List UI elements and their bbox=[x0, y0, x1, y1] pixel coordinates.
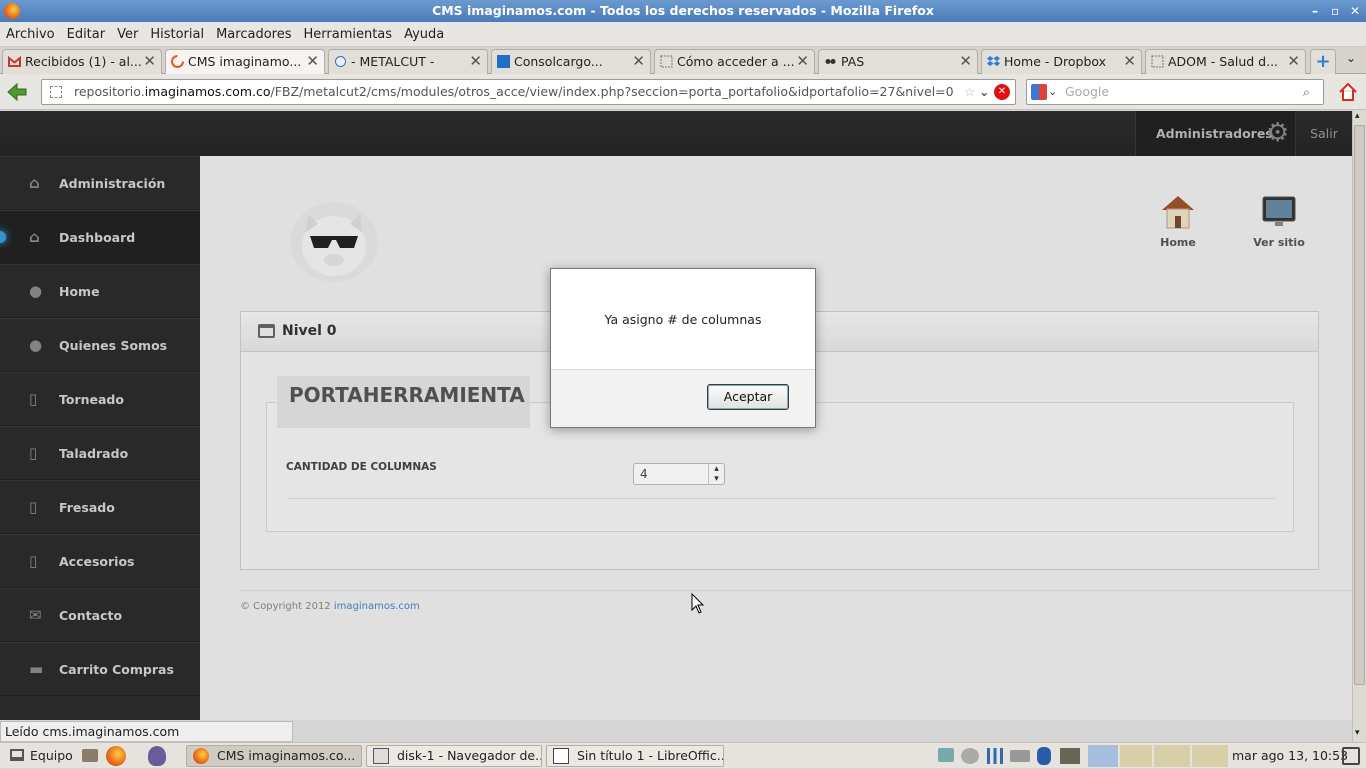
consolcargo-icon bbox=[497, 55, 510, 68]
menu-archivo[interactable]: Archivo bbox=[0, 22, 61, 47]
taskbar: Equipo CMS imaginamos.co... disk-1 - Nav… bbox=[0, 742, 1366, 768]
close-tab-icon[interactable]: ✕ bbox=[469, 50, 482, 73]
menu-marcadores[interactable]: Marcadores bbox=[210, 22, 297, 47]
document-icon bbox=[553, 748, 569, 764]
status-bar: Leído cms.imaginamos.com bbox=[0, 721, 293, 742]
close-tab-icon[interactable]: ✕ bbox=[959, 50, 972, 73]
close-tab-icon[interactable]: ✕ bbox=[632, 50, 645, 73]
tab-label: Home - Dropbox bbox=[1004, 54, 1107, 69]
close-tab-icon[interactable]: ✕ bbox=[796, 50, 809, 73]
loading-icon bbox=[171, 55, 184, 68]
pidgin-icon[interactable] bbox=[148, 746, 166, 766]
tab-dropbox[interactable]: Home - Dropbox ✕ bbox=[981, 49, 1142, 74]
stop-icon[interactable]: ✕ bbox=[994, 84, 1010, 100]
menu-historial[interactable]: Historial bbox=[144, 22, 210, 47]
firefox-launcher-icon[interactable] bbox=[106, 746, 126, 766]
url-bar[interactable]: repositorio.imaginamos.com.co/FBZ/metalc… bbox=[41, 79, 1016, 105]
workspace-2[interactable] bbox=[1120, 745, 1152, 767]
window-title: CMS imaginamos.com - Todos los derechos … bbox=[432, 3, 934, 18]
drive-icon[interactable] bbox=[1010, 750, 1030, 762]
gmail-icon bbox=[8, 55, 21, 67]
clock[interactable]: mar ago 13, 10:53 bbox=[1232, 743, 1348, 769]
workspace-4[interactable] bbox=[1192, 745, 1228, 767]
bookmark-star-icon[interactable]: ☆ bbox=[960, 80, 976, 104]
workspace-3[interactable] bbox=[1154, 745, 1190, 767]
maximize-icon[interactable]: ▫ bbox=[1331, 0, 1339, 22]
close-tab-icon[interactable]: ✕ bbox=[1287, 50, 1300, 73]
menu-ayuda[interactable]: Ayuda bbox=[398, 22, 450, 47]
taskbar-window-libreoffice[interactable]: Sin título 1 - LibreOffic... bbox=[546, 745, 724, 767]
pas-icon bbox=[825, 59, 836, 64]
workspace-1[interactable] bbox=[1088, 745, 1118, 767]
search-field[interactable]: ⌄ Google ⌕ bbox=[1026, 79, 1324, 105]
scrollbar-thumb[interactable] bbox=[1354, 125, 1365, 685]
tab-label: ADOM - Salud d... bbox=[1168, 54, 1279, 69]
search-engine-dropdown-icon[interactable]: ⌄ bbox=[1048, 80, 1057, 104]
tab-label: Cómo acceder a ... bbox=[677, 54, 795, 69]
start-equipo-button[interactable]: Equipo bbox=[4, 745, 73, 767]
taskbar-window-disk[interactable]: disk-1 - Navegador de... bbox=[366, 745, 542, 767]
tab-consolcargo[interactable]: Consolcargo... ✕ bbox=[491, 49, 651, 74]
folder-icon[interactable] bbox=[82, 749, 98, 762]
tab-label: Consolcargo... bbox=[514, 54, 603, 69]
tab-label: CMS imaginamo... bbox=[188, 54, 302, 69]
alert-dialog: Ya asigno # de columnas Aceptar bbox=[550, 268, 816, 428]
tab-gmail[interactable]: Recibidos (1) - al... ✕ bbox=[2, 49, 162, 74]
mouse-cursor-icon bbox=[691, 593, 705, 614]
signal-icon[interactable] bbox=[987, 748, 1003, 764]
close-tab-icon[interactable]: ✕ bbox=[1123, 50, 1136, 73]
accept-button[interactable]: Aceptar bbox=[707, 384, 789, 410]
tab-adom[interactable]: ADOM - Salud d... ✕ bbox=[1145, 49, 1306, 74]
menu-editar[interactable]: Editar bbox=[61, 22, 112, 47]
tab-cms[interactable]: CMS imaginamo... ✕ bbox=[165, 49, 325, 75]
page-icon bbox=[1151, 55, 1164, 68]
computer-icon bbox=[10, 749, 24, 761]
monitor-tray-icon[interactable] bbox=[1060, 748, 1080, 764]
tab-label: Recibidos (1) - al... bbox=[25, 54, 142, 69]
window-titlebar: CMS imaginamos.com - Todos los derechos … bbox=[0, 0, 1366, 22]
tab-label: - METALCUT - bbox=[351, 54, 435, 69]
minimize-icon[interactable]: – bbox=[1312, 0, 1318, 22]
site-identity-icon[interactable] bbox=[50, 86, 62, 98]
close-tab-icon[interactable]: ✕ bbox=[306, 50, 319, 73]
tab-como-acceder[interactable]: Cómo acceder a ... ✕ bbox=[654, 49, 815, 74]
history-dropdown-icon[interactable]: ⌄ bbox=[979, 80, 990, 104]
close-tab-icon[interactable]: ✕ bbox=[143, 50, 156, 73]
new-tab-button[interactable]: + bbox=[1310, 49, 1336, 74]
firefox-icon[interactable] bbox=[4, 3, 20, 19]
network-icon[interactable] bbox=[938, 748, 954, 762]
google-icon[interactable] bbox=[1031, 84, 1047, 100]
menu-ver[interactable]: Ver bbox=[111, 22, 144, 47]
search-icon[interactable]: ⌕ bbox=[1303, 80, 1310, 104]
tab-label: PAS bbox=[841, 54, 865, 69]
show-desktop-icon[interactable] bbox=[1342, 747, 1360, 765]
folder-icon bbox=[373, 748, 389, 764]
bluetooth-icon[interactable] bbox=[1037, 747, 1051, 765]
update-icon[interactable] bbox=[961, 748, 979, 764]
tab-pas[interactable]: PAS ✕ bbox=[818, 49, 978, 74]
dialog-footer: Aceptar bbox=[551, 369, 815, 427]
taskbar-window-cms[interactable]: CMS imaginamos.co... bbox=[186, 745, 362, 767]
metalcut-icon bbox=[335, 56, 346, 67]
menu-bar: Archivo Editar Ver Historial Marcadores Herra… bbox=[0, 22, 1366, 47]
navigation-bar: repositorio.imaginamos.com.co/FBZ/metalc… bbox=[0, 74, 1366, 110]
back-arrow-icon[interactable] bbox=[6, 82, 28, 102]
home-icon[interactable] bbox=[1338, 82, 1358, 102]
page-icon bbox=[660, 55, 673, 68]
dialog-message: Ya asigno # de columnas bbox=[604, 312, 762, 327]
dropbox-icon bbox=[987, 56, 1000, 66]
scroll-up-icon[interactable]: ▴ bbox=[1355, 111, 1360, 121]
firefox-icon bbox=[193, 748, 209, 764]
tab-list-icon[interactable]: ⌄ bbox=[1346, 51, 1356, 65]
menu-herramientas[interactable]: Herramientas bbox=[298, 22, 399, 47]
tab-metalcut[interactable]: - METALCUT - ✕ bbox=[328, 49, 488, 74]
vertical-scrollbar[interactable]: ▴ ▾ bbox=[1352, 111, 1366, 742]
close-window-icon[interactable]: ✕ bbox=[1350, 0, 1360, 22]
tab-bar: Recibidos (1) - al... ✕ CMS imaginamo... ✕… bbox=[0, 47, 1366, 75]
scroll-down-icon[interactable]: ▾ bbox=[1355, 728, 1360, 738]
